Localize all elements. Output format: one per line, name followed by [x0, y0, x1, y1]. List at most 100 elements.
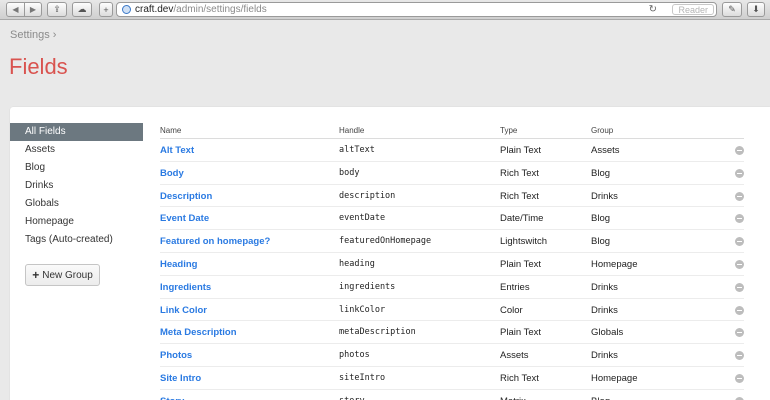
header-handle[interactable]: Handle: [339, 126, 364, 135]
url-host: craft.dev: [135, 4, 174, 15]
new-group-label: New Group: [42, 269, 93, 281]
tools-button[interactable]: ✎: [722, 2, 742, 17]
wrench-icon: ✎: [728, 4, 736, 14]
header-name[interactable]: Name: [160, 126, 181, 135]
address-bar[interactable]: craft.dev/admin/settings/fields ↻ Reader: [116, 2, 717, 17]
field-name-link[interactable]: Link Color: [160, 305, 207, 316]
reader-button[interactable]: Reader: [672, 4, 714, 15]
table-row: Description description Rich Text Drinks: [160, 185, 744, 208]
field-group: Blog: [591, 236, 611, 248]
back-icon[interactable]: ◀: [7, 3, 24, 16]
field-name-link[interactable]: Event Date: [160, 213, 209, 224]
new-group-button[interactable]: + New Group: [25, 264, 100, 286]
field-group: Drinks: [591, 190, 618, 202]
field-type: Lightswitch: [500, 236, 547, 248]
table-body: Alt Text altText Plain Text Assets Body body R…: [160, 139, 744, 400]
sidebar-item[interactable]: Homepage: [10, 213, 143, 231]
field-group: Homepage: [591, 258, 638, 270]
fields-table: Name Handle Type Group Alt Text altText Pl…: [160, 125, 744, 400]
table-row: Story story Matrix Blog: [160, 390, 744, 400]
field-name-link[interactable]: Featured on homepage?: [160, 236, 270, 247]
table-row: Featured on homepage? featuredOnHomepage L…: [160, 230, 744, 253]
field-handle: description: [339, 190, 396, 201]
header-group[interactable]: Group: [591, 126, 613, 135]
icloud-button[interactable]: ☁: [72, 2, 92, 17]
forward-icon[interactable]: ▶: [24, 3, 41, 16]
field-type: Plain Text: [500, 327, 542, 339]
sidebar-item[interactable]: Globals: [10, 195, 143, 213]
field-name-link[interactable]: Heading: [160, 259, 197, 270]
downloads-button[interactable]: ⬇: [747, 2, 765, 17]
globe-icon: [122, 5, 131, 14]
header-type[interactable]: Type: [500, 126, 517, 135]
field-type: Assets: [500, 350, 529, 362]
delete-icon[interactable]: [735, 282, 744, 292]
field-handle: heading: [339, 258, 375, 269]
table-row: Heading heading Plain Text Homepage: [160, 253, 744, 276]
field-type: Plain Text: [500, 258, 542, 270]
download-icon: ⬇: [752, 4, 760, 14]
sidebar-item[interactable]: Blog: [10, 159, 143, 177]
delete-icon[interactable]: [735, 214, 744, 224]
sidebar-item[interactable]: Drinks: [10, 177, 143, 195]
sidebar-item[interactable]: All Fields: [10, 123, 143, 141]
delete-icon[interactable]: [735, 168, 744, 178]
field-handle: siteIntro: [339, 372, 386, 383]
field-type: Entries: [500, 281, 530, 293]
field-name-link[interactable]: Body: [160, 168, 184, 179]
share-icon: ⇪: [53, 4, 61, 14]
table-header: Name Handle Type Group: [160, 125, 744, 139]
table-row: Site Intro siteIntro Rich Text Homepage: [160, 367, 744, 390]
sidebar: All Fields Assets Blog Drinks Globals Homepag…: [10, 123, 143, 249]
field-group: Blog: [591, 213, 611, 225]
table-row: Alt Text altText Plain Text Assets: [160, 139, 744, 162]
new-tab-button[interactable]: +: [99, 2, 113, 17]
field-handle: metaDescription: [339, 327, 416, 338]
field-name-link[interactable]: Photos: [160, 350, 192, 361]
sidebar-item[interactable]: Assets: [10, 141, 143, 159]
breadcrumb[interactable]: Settings ›: [10, 29, 56, 41]
table-row: Body body Rich Text Blog: [160, 162, 744, 185]
field-handle: photos: [339, 350, 370, 361]
reload-icon[interactable]: ↻: [649, 4, 657, 15]
field-type: Rich Text: [500, 190, 539, 202]
field-name-link[interactable]: Alt Text: [160, 145, 194, 156]
page-title: Fields: [9, 54, 68, 79]
field-name-link[interactable]: Site Intro: [160, 373, 201, 384]
field-group: Homepage: [591, 372, 638, 384]
url-path: /admin/settings/fields: [173, 4, 267, 15]
delete-icon[interactable]: [735, 305, 744, 315]
field-name-link[interactable]: Story: [160, 396, 184, 400]
delete-icon[interactable]: [735, 146, 744, 155]
share-button[interactable]: ⇪: [47, 2, 67, 17]
field-group: Blog: [591, 396, 610, 400]
table-row: Photos photos Assets Drinks: [160, 344, 744, 367]
delete-icon[interactable]: [735, 191, 744, 201]
field-handle: linkColor: [339, 304, 386, 315]
plus-icon: +: [103, 4, 109, 15]
field-group: Globals: [591, 327, 624, 339]
table-row: Link Color linkColor Color Drinks: [160, 299, 744, 322]
field-type: Rich Text: [500, 167, 539, 179]
field-type: Date/Time: [500, 213, 544, 225]
field-name-link[interactable]: Description: [160, 191, 212, 202]
table-row: Ingredients ingredients Entries Drinks: [160, 276, 744, 299]
field-handle: ingredients: [339, 281, 396, 292]
back-forward-buttons[interactable]: ◀ ▶: [6, 2, 42, 17]
field-group: Drinks: [591, 281, 618, 293]
delete-icon[interactable]: [735, 237, 744, 247]
browser-toolbar: ◀ ▶ ⇪ ☁ + craft.dev/admin/settings/field…: [0, 0, 770, 20]
field-type: Matrix: [500, 396, 526, 400]
delete-icon[interactable]: [735, 351, 744, 361]
delete-icon[interactable]: [735, 328, 744, 338]
table-row: Event Date eventDate Date/Time Blog: [160, 207, 744, 231]
field-type: Rich Text: [500, 372, 539, 384]
field-name-link[interactable]: Meta Description: [160, 327, 237, 338]
sidebar-item[interactable]: Tags (Auto-created): [10, 231, 143, 249]
field-type: Color: [500, 304, 523, 316]
cloud-icon: ☁: [77, 4, 87, 14]
delete-icon[interactable]: [735, 259, 744, 269]
field-name-link[interactable]: Ingredients: [160, 282, 211, 293]
table-row: Meta Description metaDescription Plain Tex…: [160, 321, 744, 345]
delete-icon[interactable]: [735, 373, 744, 383]
